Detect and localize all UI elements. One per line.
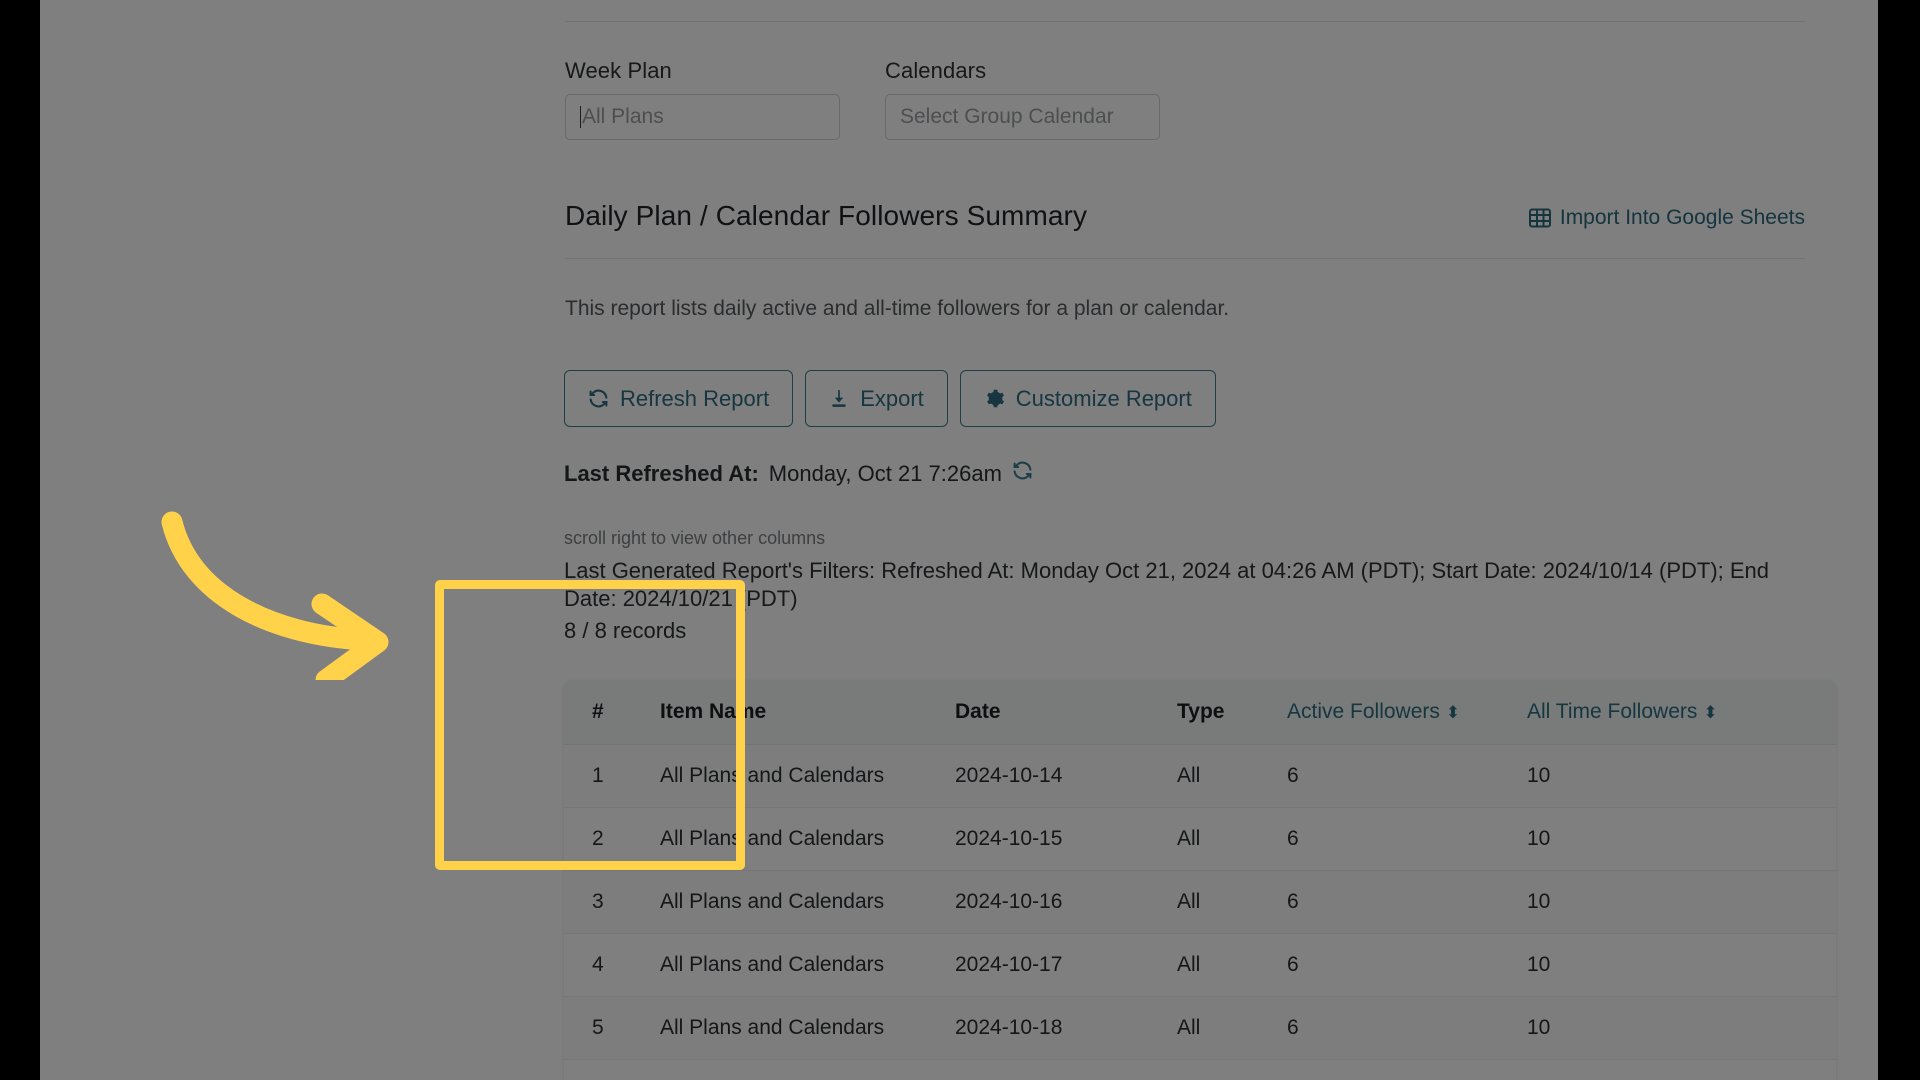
- calendars-filter: Calendars Select Group Calendar: [885, 58, 1160, 140]
- cell-number: 5: [564, 996, 660, 1060]
- cell-active-followers: 6: [1287, 744, 1527, 808]
- cell-date: 2024-10-14: [955, 744, 1177, 808]
- table-row[interactable]: 5 All Plans and Calendars 2024-10-18 All 6 10: [564, 996, 1836, 1060]
- report-table: # Item Name Date Type Active Followers ⬍ …: [564, 680, 1836, 1080]
- calendars-label: Calendars: [885, 58, 987, 83]
- table-body: 1 All Plans and Calendars 2024-10-14 All 6 10…: [564, 744, 1836, 1080]
- week-plan-filter: Week Plan All Plans: [565, 58, 840, 140]
- report-actions: Refresh Report Export Customize Report: [564, 370, 1216, 427]
- cell-item-name: All Plans and Calendars: [660, 807, 955, 871]
- table-header-row: # Item Name Date Type Active Followers ⬍ …: [564, 680, 1836, 745]
- cell-type: All: [1177, 1059, 1287, 1080]
- week-plan-label: Week Plan: [565, 58, 672, 83]
- column-header-number[interactable]: #: [564, 680, 660, 745]
- last-refreshed-label: Last Refreshed At:: [564, 460, 759, 486]
- cell-active-followers: 6: [1287, 996, 1527, 1060]
- cell-type: All: [1177, 996, 1287, 1060]
- cell-all-time-followers: 10: [1527, 933, 1836, 997]
- column-label-all-time-followers: All Time Followers: [1527, 700, 1698, 723]
- cell-type: All: [1177, 807, 1287, 871]
- sort-icon: ⬍: [1445, 703, 1461, 722]
- records-count: 8 / 8 records: [564, 618, 687, 644]
- filter-bar: Week Plan All Plans Calendars Select Gro…: [565, 58, 1160, 140]
- cell-number: 2: [564, 807, 660, 871]
- cell-date: 2024-10-19: [955, 1059, 1177, 1080]
- export-label: Export: [860, 385, 924, 411]
- refresh-icon: [588, 388, 609, 409]
- column-label-type: Type: [1177, 700, 1225, 723]
- top-divider: [565, 21, 1805, 22]
- column-label-active-followers: Active Followers: [1287, 700, 1440, 723]
- refresh-inline-icon[interactable]: [1012, 460, 1033, 487]
- report-table-container[interactable]: # Item Name Date Type Active Followers ⬍ …: [564, 680, 1836, 1080]
- column-header-date[interactable]: Date: [955, 680, 1177, 745]
- cell-number: 4: [564, 933, 660, 997]
- cell-type: All: [1177, 870, 1287, 934]
- calendars-placeholder: Select Group Calendar: [900, 105, 1114, 128]
- table-row[interactable]: 6All Plans and Calendars2024-10-19All610: [564, 1059, 1836, 1080]
- import-into-google-sheets-link[interactable]: Import Into Google Sheets: [1528, 206, 1805, 230]
- report-description: This report lists daily active and all-t…: [565, 297, 1230, 320]
- customize-report-button[interactable]: Customize Report: [959, 370, 1216, 427]
- cell-date: 2024-10-18: [955, 996, 1177, 1060]
- download-icon: [829, 388, 849, 409]
- week-plan-input[interactable]: All Plans: [565, 94, 840, 140]
- scroll-hint: scroll right to view other columns: [564, 528, 826, 548]
- last-refreshed-line: Last Refreshed At: Monday, Oct 21 7:26am: [564, 460, 1033, 487]
- cell-type: All: [1177, 744, 1287, 808]
- gear-icon: [984, 388, 1005, 409]
- table-row[interactable]: 3 All Plans and Calendars 2024-10-16 All 6 10: [564, 870, 1836, 934]
- table-row[interactable]: 4 All Plans and Calendars 2024-10-17 All 6 10: [564, 933, 1836, 997]
- cell-active-followers: 6: [1287, 933, 1527, 997]
- cell-number: 1: [564, 744, 660, 808]
- cell-item-name: All Plans and Calendars: [660, 933, 955, 997]
- cell-item-name: All Plans and Calendars: [660, 996, 955, 1060]
- cell-item-name: All Plans and Calendars: [660, 1059, 955, 1080]
- cell-all-time-followers: 10: [1527, 1059, 1836, 1080]
- refresh-report-label: Refresh Report: [620, 385, 770, 411]
- cell-all-time-followers: 10: [1527, 807, 1836, 871]
- column-label-date: Date: [955, 700, 1001, 723]
- cell-active-followers: 6: [1287, 807, 1527, 871]
- column-header-item-name[interactable]: Item Name: [660, 680, 955, 745]
- week-plan-placeholder: All Plans: [582, 105, 664, 128]
- report-header: Daily Plan / Calendar Followers Summary …: [565, 200, 1805, 259]
- sort-icon: ⬍: [1703, 703, 1718, 722]
- grid-table-icon: [1528, 207, 1551, 229]
- cell-date: 2024-10-16: [955, 870, 1177, 934]
- cell-all-time-followers: 10: [1527, 870, 1836, 934]
- cell-number: 3: [564, 870, 660, 934]
- table-row[interactable]: 2 All Plans and Calendars 2024-10-15 All 6 10: [564, 807, 1836, 871]
- cell-item-name: All Plans and Calendars: [660, 744, 955, 808]
- refresh-report-button[interactable]: Refresh Report: [564, 370, 794, 427]
- column-header-type[interactable]: Type: [1177, 680, 1287, 745]
- cell-all-time-followers: 10: [1527, 996, 1836, 1060]
- cell-active-followers: 6: [1287, 1059, 1527, 1080]
- cell-active-followers: 6: [1287, 870, 1527, 934]
- cell-item-name: All Plans and Calendars: [660, 870, 955, 934]
- export-button[interactable]: Export: [805, 370, 948, 427]
- text-caret: [580, 106, 581, 128]
- page-title: Daily Plan / Calendar Followers Summary: [565, 200, 1088, 231]
- table-head: # Item Name Date Type Active Followers ⬍ …: [564, 680, 1836, 745]
- column-header-all-time-followers[interactable]: All Time Followers ⬍: [1527, 680, 1836, 745]
- column-label-number: #: [592, 700, 604, 723]
- last-refreshed-value: Monday, Oct 21 7:26am: [768, 460, 1002, 486]
- report-meta: scroll right to view other columns Last …: [564, 528, 1809, 644]
- cell-type: All: [1177, 933, 1287, 997]
- cell-number: 6: [564, 1059, 660, 1080]
- import-link-label: Import Into Google Sheets: [1559, 206, 1805, 229]
- report-page: Week Plan All Plans Calendars Select Gro…: [40, 0, 1878, 1080]
- generated-filters-text: Last Generated Report's Filters: Refresh…: [564, 558, 1770, 612]
- table-row[interactable]: 1 All Plans and Calendars 2024-10-14 All 6 10: [564, 744, 1836, 808]
- calendars-input[interactable]: Select Group Calendar: [885, 94, 1160, 140]
- cell-date: 2024-10-15: [955, 807, 1177, 871]
- cell-all-time-followers: 10: [1527, 744, 1836, 808]
- customize-report-label: Customize Report: [1015, 385, 1192, 411]
- cell-date: 2024-10-17: [955, 933, 1177, 997]
- column-label-item-name: Item Name: [660, 700, 767, 723]
- column-header-active-followers[interactable]: Active Followers ⬍: [1287, 680, 1527, 745]
- page-content: Week Plan All Plans Calendars Select Gro…: [40, 0, 1878, 1080]
